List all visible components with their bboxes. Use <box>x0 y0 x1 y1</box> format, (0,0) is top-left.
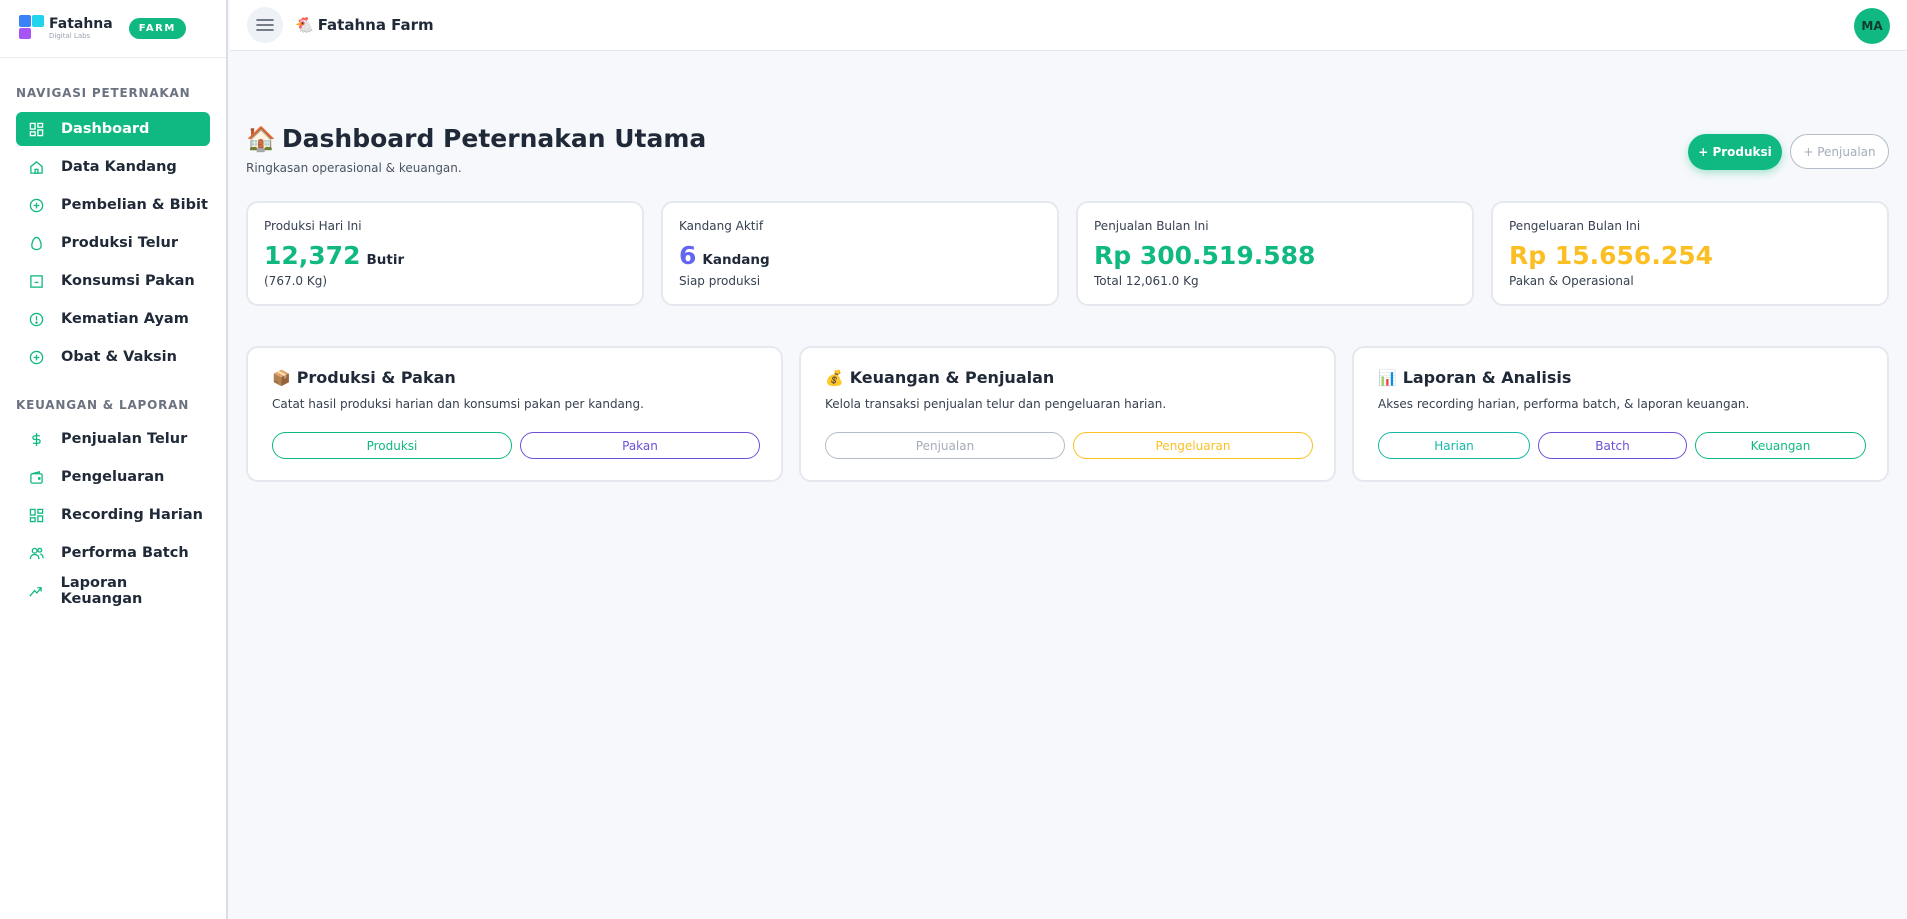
sidebar-item-label: Penjualan Telur <box>61 431 188 447</box>
card-title: Laporan & Analisis <box>1402 368 1572 387</box>
box-icon <box>28 273 44 289</box>
stat-card-pengeluaran: Pengeluaran Bulan Ini Rp 15.656.254 Paka… <box>1491 201 1889 306</box>
sidebar-item-pengeluaran[interactable]: Pengeluaran <box>16 460 210 494</box>
penjualan-button[interactable]: Penjualan <box>825 432 1065 459</box>
alert-circle-icon <box>28 311 44 327</box>
sidebar-item-performa-batch[interactable]: Performa Batch <box>16 536 210 570</box>
card-description: Kelola transaksi penjualan telur dan pen… <box>825 397 1167 411</box>
stat-label: Kandang Aktif <box>679 219 764 233</box>
add-produksi-button[interactable]: + Produksi <box>1688 134 1782 170</box>
brand-subtitle: Digital Labs <box>49 32 91 40</box>
card-produksi-pakan: 📦 Produksi & Pakan Catat hasil produksi … <box>246 346 783 482</box>
money-bag-icon: 💰 <box>825 368 844 387</box>
sidebar-item-dashboard[interactable]: Dashboard <box>16 112 210 146</box>
stat-card-penjualan: Penjualan Bulan Ini Rp 300.519.588 Total… <box>1076 201 1474 306</box>
card-laporan-analisis: 📊 Laporan & Analisis Akses recording har… <box>1352 346 1889 482</box>
stat-label: Penjualan Bulan Ini <box>1094 219 1209 233</box>
sidebar-item-pembelian-bibit[interactable]: Pembelian & Bibit <box>16 188 210 222</box>
stat-note: Pakan & Operasional <box>1509 274 1634 288</box>
sidebar-item-konsumsi-pakan[interactable]: Konsumsi Pakan <box>16 264 210 298</box>
add-penjualan-button[interactable]: + Penjualan <box>1790 134 1889 169</box>
sidebar-item-kematian-ayam[interactable]: Kematian Ayam <box>16 302 210 336</box>
card-title: Produksi & Pakan <box>296 368 456 387</box>
page-subtitle: Ringkasan operasional & keuangan. <box>246 161 462 175</box>
hamburger-icon <box>256 19 274 31</box>
wallet-icon <box>28 469 44 485</box>
menu-toggle-button[interactable] <box>247 7 283 43</box>
chicken-icon: 🐔 <box>295 16 314 34</box>
stat-value: 6 <box>679 241 697 270</box>
brand-logo <box>19 14 47 43</box>
produksi-button[interactable]: Produksi <box>272 432 512 459</box>
stat-note: Total 12,061.0 Kg <box>1094 274 1199 288</box>
sidebar-item-label: Obat & Vaksin <box>61 349 177 365</box>
stat-label: Pengeluaran Bulan Ini <box>1509 219 1641 233</box>
sidebar-item-label: Konsumsi Pakan <box>61 273 195 289</box>
stat-unit: Kandang <box>702 252 770 268</box>
sidebar-item-obat-vaksin[interactable]: Obat & Vaksin <box>16 340 210 374</box>
app-title: Fatahna Farm <box>317 16 434 34</box>
page-header: 🏠 Dashboard Peternakan Utama Ringkasan o… <box>246 124 706 175</box>
sidebar-item-label: Recording Harian <box>61 507 203 523</box>
sidebar-item-recording-harian[interactable]: Recording Harian <box>16 498 210 532</box>
pakan-button[interactable]: Pakan <box>520 432 760 459</box>
sidebar-item-label: Pengeluaran <box>61 469 165 485</box>
sidebar-item-penjualan-telur[interactable]: Penjualan Telur <box>16 422 210 456</box>
pengeluaran-button[interactable]: Pengeluaran <box>1073 432 1313 459</box>
grid-icon <box>28 121 44 137</box>
sidebar-item-label: Kematian Ayam <box>61 311 189 327</box>
house-icon: 🏠 <box>246 124 276 153</box>
harian-button[interactable]: Harian <box>1378 432 1530 459</box>
plus-circle-icon <box>28 349 44 365</box>
dollar-icon <box>28 431 44 447</box>
sidebar-item-laporan-keuangan[interactable]: Laporan Keuangan <box>16 574 210 608</box>
page-title-text: Dashboard Peternakan Utama <box>281 124 707 153</box>
sidebar-item-label: Produksi Telur <box>61 235 178 251</box>
package-icon: 📦 <box>272 368 291 387</box>
stat-note: Siap produksi <box>679 274 761 288</box>
brand-name: Fatahna <box>49 16 113 32</box>
sidebar-item-label: Pembelian & Bibit <box>61 197 208 213</box>
trend-icon <box>28 583 44 599</box>
sidebar-item-data-kandang[interactable]: Data Kandang <box>16 150 210 184</box>
stat-value: 12,372 <box>264 241 361 270</box>
stat-unit: Butir <box>366 252 405 268</box>
nav-section-keuangan: KEUANGAN & LAPORAN <box>16 398 190 412</box>
keuangan-button[interactable]: Keuangan <box>1695 432 1866 459</box>
topbar: 🐔 Fatahna Farm MA <box>230 0 1907 51</box>
plus-circle-icon <box>28 197 44 213</box>
stat-card-produksi: Produksi Hari Ini 12,372 Butir (767.0 Kg… <box>246 201 644 306</box>
sidebar-item-label: Data Kandang <box>61 159 177 175</box>
stat-card-kandang: Kandang Aktif 6 Kandang Siap produksi <box>661 201 1059 306</box>
grid-icon <box>28 507 44 523</box>
bar-chart-icon: 📊 <box>1378 368 1397 387</box>
card-title: Keuangan & Penjualan <box>849 368 1055 387</box>
stat-note: (767.0 Kg) <box>264 274 328 288</box>
users-icon <box>28 545 44 561</box>
card-description: Akses recording harian, performa batch, … <box>1378 397 1750 411</box>
stat-label: Produksi Hari Ini <box>264 219 362 233</box>
stat-value: Rp 300.519.588 <box>1094 241 1316 270</box>
avatar[interactable]: MA <box>1854 8 1890 44</box>
sidebar-item-label: Dashboard <box>61 121 150 137</box>
brand[interactable]: Fatahna Digital Labs FARM <box>0 0 226 58</box>
egg-icon <box>28 235 44 251</box>
card-description: Catat hasil produksi harian dan konsumsi… <box>272 397 644 411</box>
sidebar-item-label: Performa Batch <box>61 545 189 561</box>
page-title: 🏠 Dashboard Peternakan Utama <box>246 124 706 153</box>
home-icon <box>28 159 44 175</box>
card-keuangan-penjualan: 💰 Keuangan & Penjualan Kelola transaksi … <box>799 346 1336 482</box>
farm-badge: FARM <box>128 18 186 39</box>
stat-value: Rp 15.656.254 <box>1509 241 1714 270</box>
sidebar-item-produksi-telur[interactable]: Produksi Telur <box>16 226 210 260</box>
nav-section-peternakan: NAVIGASI PETERNAKAN <box>16 86 191 100</box>
sidebar: Fatahna Digital Labs FARM NAVIGASI PETER… <box>0 0 228 919</box>
batch-button[interactable]: Batch <box>1538 432 1687 459</box>
sidebar-item-label: Laporan Keuangan <box>60 575 143 607</box>
